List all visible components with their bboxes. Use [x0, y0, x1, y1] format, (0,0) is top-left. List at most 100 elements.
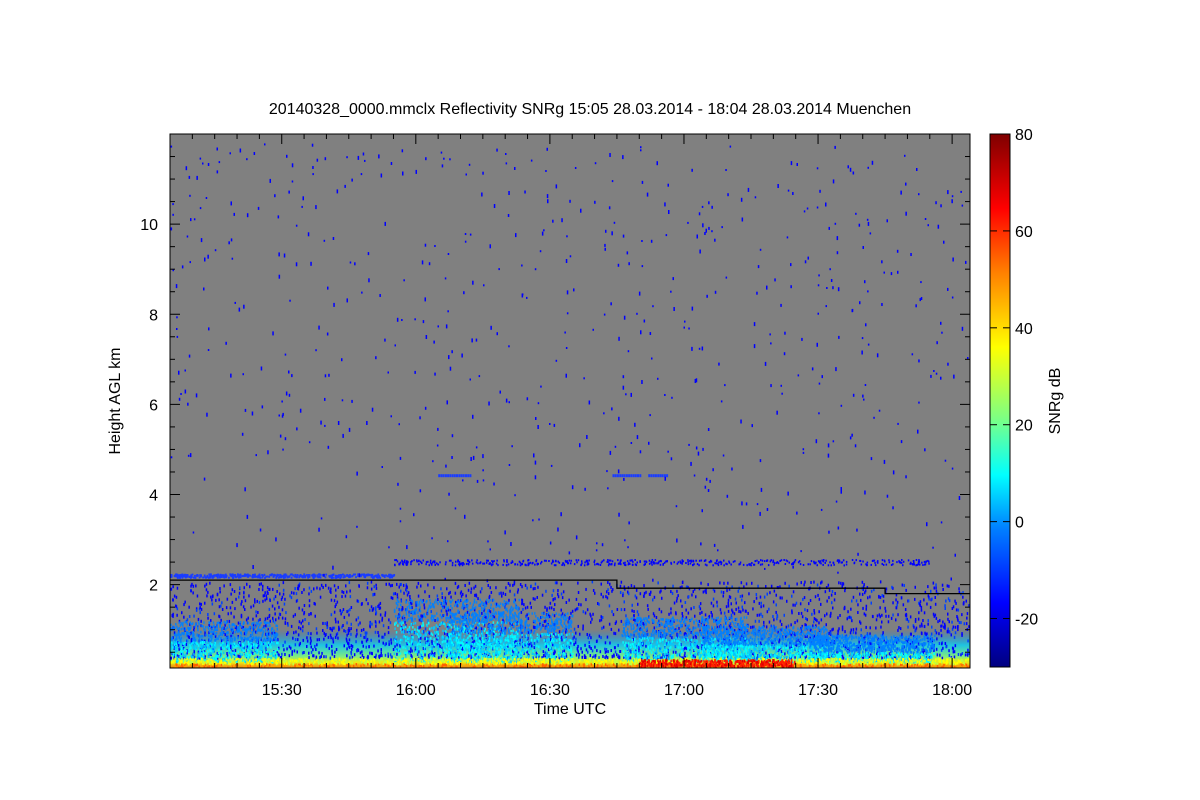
echo-pixel	[400, 599, 403, 603]
echo-pixel	[215, 631, 218, 635]
echo-pixel	[334, 605, 336, 609]
echo-pixel	[260, 637, 262, 640]
echo-pixel	[563, 649, 566, 653]
echo-pixel	[384, 611, 387, 615]
echo-pixel	[156, 656, 158, 659]
echo-pixel	[450, 600, 452, 604]
echo-pixel	[298, 584, 300, 588]
echo-pixel	[496, 623, 498, 626]
echo-pixel	[741, 598, 743, 602]
echo-pixel	[653, 614, 656, 618]
echo-pixel	[441, 616, 443, 619]
echo-pixel	[272, 641, 275, 645]
echo-pixel	[737, 589, 739, 593]
echo-pixel	[172, 654, 174, 657]
echo-pixel	[230, 642, 232, 645]
echo-pixel	[914, 619, 917, 623]
echo-pixel	[341, 595, 343, 599]
echo-pixel	[939, 619, 941, 623]
echo-pixel	[416, 650, 419, 654]
echo-pixel	[421, 619, 423, 622]
echo-pixel	[310, 639, 312, 643]
echo-pixel	[249, 653, 252, 657]
echo-pixel	[190, 589, 192, 593]
echo-pixel	[509, 614, 511, 617]
echo-pixel	[460, 598, 463, 601]
echo-pixel	[189, 622, 191, 625]
echo-pixel	[308, 586, 311, 590]
echo-pixel	[157, 645, 159, 648]
echo-pixel	[526, 586, 528, 590]
echo-pixel	[960, 653, 962, 657]
echo-pixel	[158, 648, 160, 651]
echo-pixel	[217, 637, 219, 641]
echo-pixel	[418, 629, 420, 633]
echo-pixel	[219, 642, 221, 645]
echo-pixel	[211, 628, 213, 631]
echo-pixel	[733, 612, 736, 616]
echo-pixel	[233, 615, 235, 619]
echo-pixel	[254, 626, 257, 629]
echo-pixel	[553, 608, 555, 611]
echo-pixel	[516, 627, 518, 630]
echo-pixel	[948, 584, 950, 588]
echo-pixel	[562, 617, 565, 621]
echo-pixel	[750, 625, 752, 629]
echo-pixel	[428, 631, 431, 635]
echo-pixel	[534, 653, 537, 657]
echo-pixel	[434, 632, 437, 635]
echo-pixel	[175, 623, 177, 626]
echo-pixel	[619, 591, 622, 594]
echo-pixel	[456, 651, 459, 654]
echo-pixel	[416, 643, 419, 646]
echo-pixel	[485, 642, 488, 646]
echo-pixel	[207, 652, 210, 656]
echo-pixel	[508, 655, 510, 659]
echo-pixel	[410, 606, 412, 609]
echo-pixel	[442, 629, 444, 633]
echo-pixel	[657, 581, 659, 585]
echo-pixel	[279, 613, 282, 616]
echo-pixel	[481, 606, 483, 610]
echo-pixel	[335, 588, 337, 592]
echo-pixel	[285, 611, 287, 615]
echo-pixel	[213, 657, 215, 660]
echo-pixel	[284, 653, 286, 656]
echo-pixel	[727, 609, 730, 613]
echo-pixel	[939, 653, 941, 657]
echo-pixel	[174, 647, 176, 650]
echo-pixel	[183, 615, 185, 619]
echo-pixel	[425, 632, 427, 635]
echo-pixel	[788, 584, 790, 588]
echo-pixel	[274, 621, 276, 624]
echo-pixel	[172, 614, 174, 618]
echo-pixel	[464, 612, 466, 616]
echo-pixel	[350, 632, 352, 636]
echo-pixel	[416, 600, 418, 604]
echo-pixel	[534, 597, 536, 601]
echo-pixel	[478, 651, 480, 655]
echo-pixel	[587, 650, 589, 654]
echo-pixel	[180, 622, 182, 625]
echo-pixel	[233, 638, 236, 641]
echo-pixel	[244, 599, 247, 603]
echo-pixel	[920, 605, 923, 609]
echo-pixel	[414, 628, 416, 631]
echo-pixel	[890, 616, 893, 620]
echo-pixel	[775, 603, 777, 607]
echo-pixel	[309, 636, 312, 640]
echo-pixel	[188, 656, 190, 659]
echo-pixel	[558, 648, 560, 651]
echo-pixel	[424, 637, 426, 641]
echo-pixel	[200, 619, 202, 623]
echo-pixel	[163, 653, 165, 656]
echo-pixel	[206, 594, 208, 598]
echo-pixel	[813, 609, 815, 612]
echo-pixel	[380, 651, 382, 655]
echo-pixel	[596, 649, 598, 653]
echo-pixel	[361, 640, 363, 644]
echo-pixel	[418, 639, 421, 643]
echo-pixel	[431, 626, 433, 630]
echo-pixel	[827, 583, 830, 587]
echo-pixel	[308, 613, 310, 617]
